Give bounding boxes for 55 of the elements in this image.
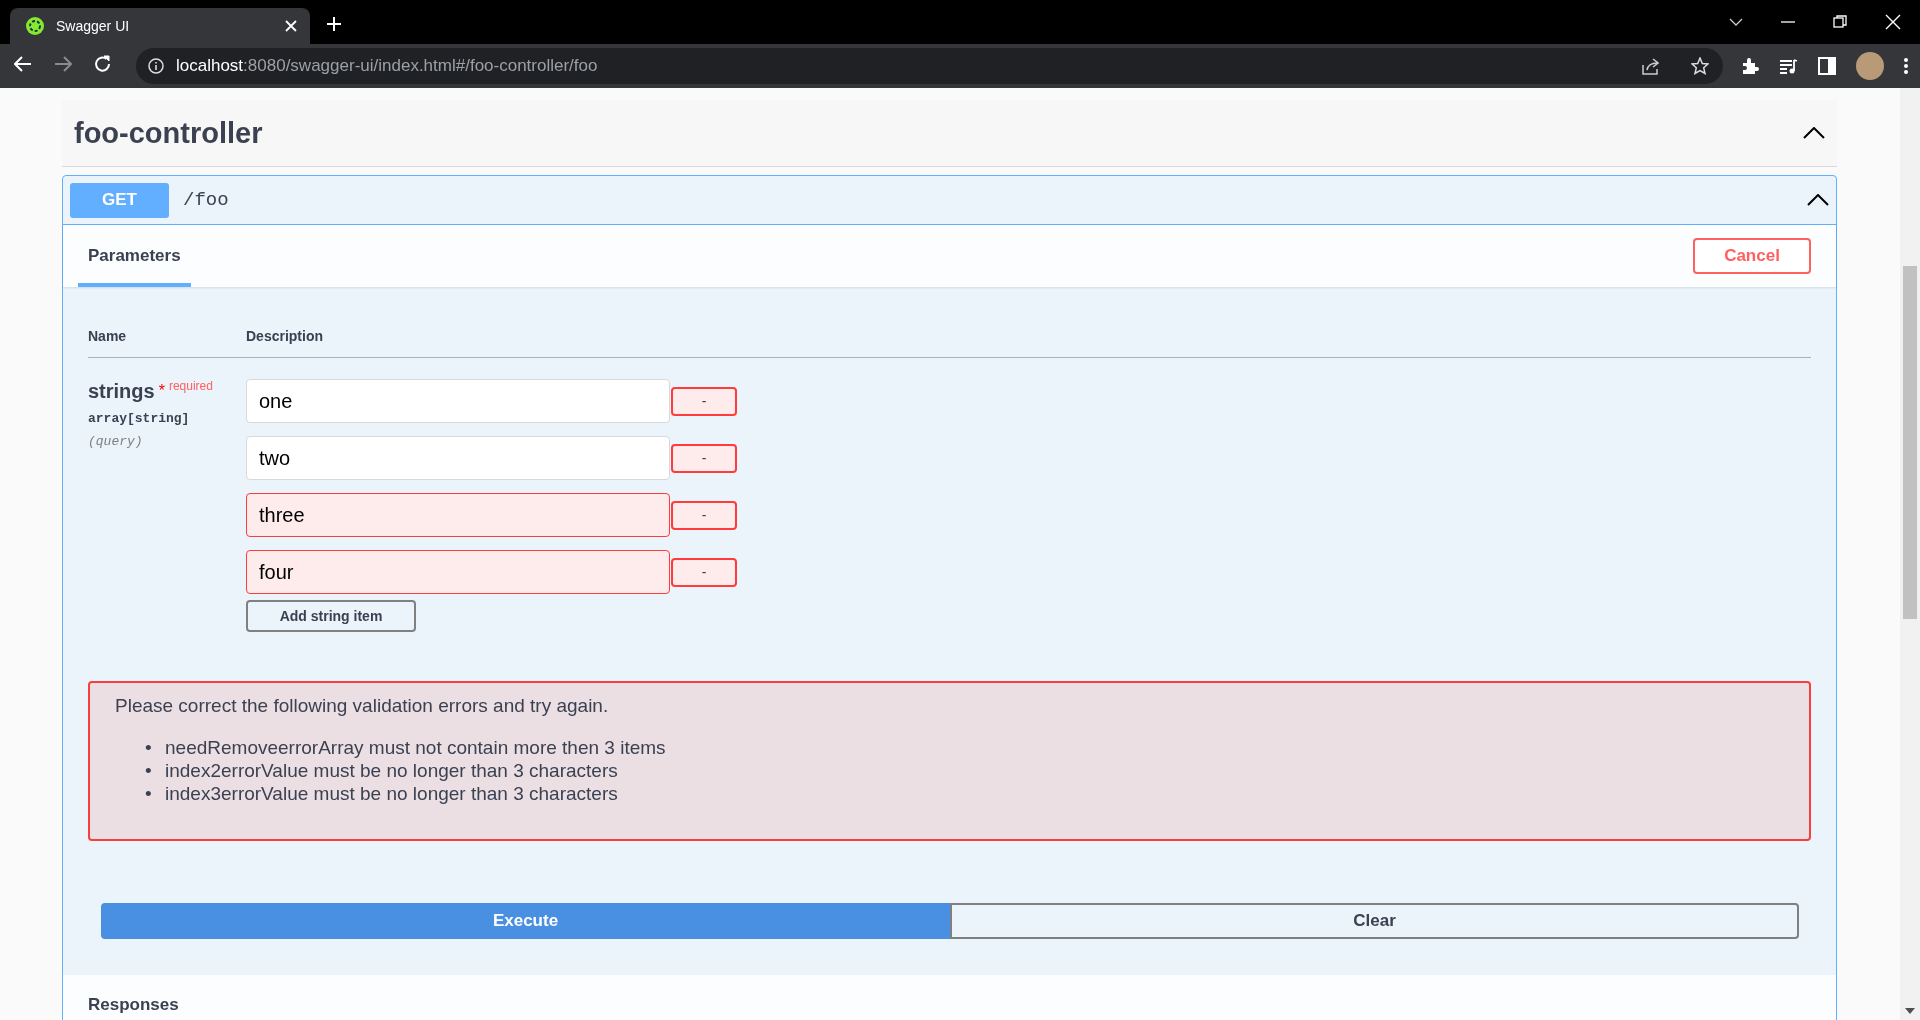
avatar[interactable] [1856, 52, 1884, 80]
remove-item-button[interactable]: - [671, 557, 737, 587]
bullet: • [145, 759, 153, 782]
tab[interactable]: Parameters [78, 225, 191, 287]
close-icon[interactable] [284, 19, 298, 33]
section-title: foo-controller [74, 116, 263, 150]
restore-icon[interactable] [1833, 15, 1847, 29]
tab-title: Swagger UI [56, 18, 131, 34]
remove-item-button[interactable]: - [671, 500, 737, 530]
input-field[interactable]: two [246, 436, 670, 480]
scrollbar-thumb[interactable] [1903, 266, 1917, 619]
remove-item-button[interactable]: - [671, 386, 737, 416]
error-item: index3errorValue must be no longer than 3 characters [165, 782, 618, 805]
new-tab-icon[interactable] [326, 16, 342, 32]
scrollbar[interactable] [1900, 88, 1920, 1020]
required-mark: * [158, 382, 165, 399]
error-message: Please correct the following validation errors and try again. [115, 695, 610, 717]
input-field[interactable]: one [246, 379, 670, 423]
remove-item-button[interactable]: - [671, 443, 737, 473]
responses-title: Responses [88, 995, 179, 1014]
add-item-button[interactable]: Add string item [246, 600, 416, 632]
input-field[interactable]: three [246, 493, 670, 537]
back-icon[interactable] [14, 55, 32, 73]
column-header: Name [88, 328, 128, 344]
close-icon[interactable] [1885, 14, 1901, 30]
puzzle-icon[interactable] [1741, 57, 1759, 75]
url-text: localhost:8080/swagger-ui/index.html#/foo-controller/foo [176, 56, 599, 76]
info-icon[interactable] [148, 58, 164, 74]
bullet: • [145, 736, 153, 759]
bullet: • [145, 782, 153, 805]
star-icon[interactable] [1691, 57, 1709, 75]
share-icon[interactable] [1641, 57, 1659, 75]
chevron-up-icon[interactable] [1807, 194, 1829, 206]
address-bar[interactable]: localhost:8080/swagger-ui/index.html#/foo-controller/foo [136, 48, 1723, 84]
browser-tab[interactable]: Swagger UI [10, 8, 310, 44]
parameter-name: strings [88, 380, 155, 402]
parameter-type: array[string] [88, 411, 191, 426]
method-badge: GET [70, 182, 169, 218]
error-item: needRemoveerrorArray must not contain more then 3 items [165, 736, 666, 759]
media-queue-icon[interactable] [1779, 57, 1798, 75]
side-panel-icon[interactable] [1818, 57, 1836, 75]
brace-logo-icon [26, 17, 44, 35]
forward-icon[interactable] [54, 55, 72, 73]
parameter-location: (query) [88, 434, 144, 449]
reload-icon[interactable] [94, 55, 112, 73]
clear-button[interactable]: Clear [950, 903, 1799, 939]
menu-icon[interactable] [1904, 58, 1908, 74]
endpoint-path: /foo [183, 189, 230, 211]
chevron-down-icon[interactable] [1729, 17, 1743, 27]
required-label: required [168, 379, 213, 393]
chevron-up-icon[interactable] [1803, 127, 1825, 139]
input-field[interactable]: four [246, 550, 670, 594]
scroll-down-icon[interactable] [1905, 1008, 1915, 1014]
error-item: index2errorValue must be no longer than 3 characters [165, 759, 618, 782]
column-header: Description [246, 328, 323, 344]
